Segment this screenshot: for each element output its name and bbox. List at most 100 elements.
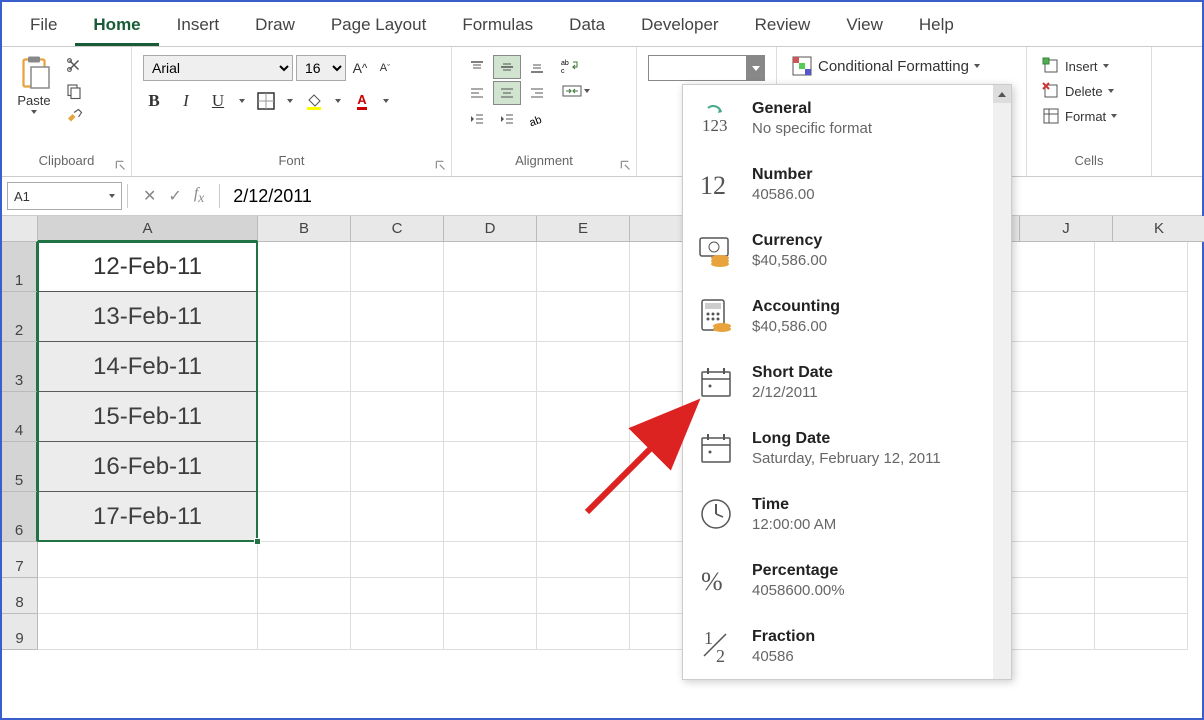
cell[interactable] [537,392,630,442]
cell-a8[interactable] [38,578,258,614]
tab-insert[interactable]: Insert [159,7,238,46]
format-option-percentage[interactable]: % Percentage 4058600.00% [683,547,1011,613]
cell[interactable] [444,242,537,292]
format-option-number[interactable]: 12 Number 40586.00 [683,151,1011,217]
tab-home[interactable]: Home [75,7,158,46]
align-center-button[interactable] [493,81,521,105]
row-header-9[interactable]: 9 [2,614,38,650]
italic-button[interactable]: I [175,90,197,112]
col-header-k[interactable]: K [1113,216,1204,242]
name-box[interactable]: A1 [7,182,122,210]
cell[interactable] [444,392,537,442]
conditional-formatting-button[interactable]: Conditional Formatting [785,52,1018,80]
row-header-7[interactable]: 7 [2,542,38,578]
cell-a6[interactable]: 17-Feb-11 [38,492,258,542]
col-header-j[interactable]: J [1020,216,1113,242]
font-size-select[interactable]: 16 [296,55,346,81]
cell[interactable] [258,492,351,542]
align-right-button[interactable] [523,81,551,105]
align-bottom-button[interactable] [523,55,551,79]
cell[interactable] [1095,542,1188,578]
tab-review[interactable]: Review [737,7,829,46]
cell-a2[interactable]: 13-Feb-11 [38,292,258,342]
cell[interactable] [537,578,630,614]
cell[interactable] [1095,578,1188,614]
cell-a7[interactable] [38,542,258,578]
format-option-time[interactable]: Time 12:00:00 AM [683,481,1011,547]
selection-handle[interactable] [254,538,261,545]
format-option-fraction[interactable]: 12 Fraction 40586 [683,613,1011,679]
align-top-button[interactable] [463,55,491,79]
cell[interactable] [351,542,444,578]
cell[interactable] [1002,392,1095,442]
cell[interactable] [1095,614,1188,650]
alignment-launcher[interactable] [619,159,633,173]
fill-color-button[interactable] [303,90,325,112]
number-format-dropdown-button[interactable] [747,55,765,81]
cell[interactable] [1002,614,1095,650]
col-header-a[interactable]: A [38,216,258,242]
borders-button[interactable] [255,90,277,112]
cell-a9[interactable] [38,614,258,650]
enter-formula-button[interactable]: ✓ [168,186,181,206]
cell[interactable] [258,342,351,392]
chevron-down-icon[interactable] [239,99,245,103]
format-option-longdate[interactable]: Long Date Saturday, February 12, 2011 [683,415,1011,481]
font-family-select[interactable]: Arial [143,55,293,81]
orientation-button[interactable]: ab [523,107,551,131]
cell[interactable] [1095,492,1188,542]
copy-button[interactable] [63,80,85,102]
chevron-down-icon[interactable] [287,99,293,103]
cell[interactable] [537,292,630,342]
cell[interactable] [351,578,444,614]
cell[interactable] [258,614,351,650]
row-header-5[interactable]: 5 [2,442,38,492]
cell[interactable] [258,292,351,342]
cell[interactable] [444,342,537,392]
delete-cells-button[interactable]: Delete [1038,80,1140,102]
cell[interactable] [258,392,351,442]
cell[interactable] [351,292,444,342]
cell[interactable] [444,578,537,614]
increase-indent-button[interactable] [493,107,521,131]
cell[interactable] [1095,392,1188,442]
paste-button[interactable]: Paste [10,52,58,150]
format-option-accounting[interactable]: Accounting $40,586.00 [683,283,1011,349]
cell[interactable] [1002,542,1095,578]
chevron-down-icon[interactable] [383,99,389,103]
clipboard-launcher[interactable] [114,159,128,173]
tab-file[interactable]: File [12,7,75,46]
cell[interactable] [444,542,537,578]
cell[interactable] [351,342,444,392]
format-option-shortdate[interactable]: Short Date 2/12/2011 [683,349,1011,415]
cell[interactable] [1002,442,1095,492]
row-header-2[interactable]: 2 [2,292,38,342]
wrap-text-button[interactable]: abc [556,55,584,77]
cell[interactable] [258,442,351,492]
cell[interactable] [1002,578,1095,614]
increase-font-button[interactable]: A^ [349,57,371,79]
cancel-formula-button[interactable]: ✕ [143,186,156,206]
cell[interactable] [1095,442,1188,492]
decrease-indent-button[interactable] [463,107,491,131]
cell-a4[interactable]: 15-Feb-11 [38,392,258,442]
insert-cells-button[interactable]: Insert [1038,55,1140,77]
cell[interactable] [537,442,630,492]
align-middle-button[interactable] [493,55,521,79]
decrease-font-button[interactable]: Aˇ [374,57,396,79]
row-header-3[interactable]: 3 [2,342,38,392]
cell[interactable] [537,492,630,542]
cell[interactable] [351,614,444,650]
cell[interactable] [351,442,444,492]
cell[interactable] [1095,342,1188,392]
bold-button[interactable]: B [143,90,165,112]
merge-button[interactable] [556,80,596,102]
font-color-button[interactable]: A [351,90,373,112]
dropdown-scrollbar[interactable] [993,85,1011,679]
tab-draw[interactable]: Draw [237,7,313,46]
underline-button[interactable]: U [207,90,229,112]
row-header-4[interactable]: 4 [2,392,38,442]
cell[interactable] [1002,292,1095,342]
cut-button[interactable] [63,54,85,76]
tab-page-layout[interactable]: Page Layout [313,7,444,46]
